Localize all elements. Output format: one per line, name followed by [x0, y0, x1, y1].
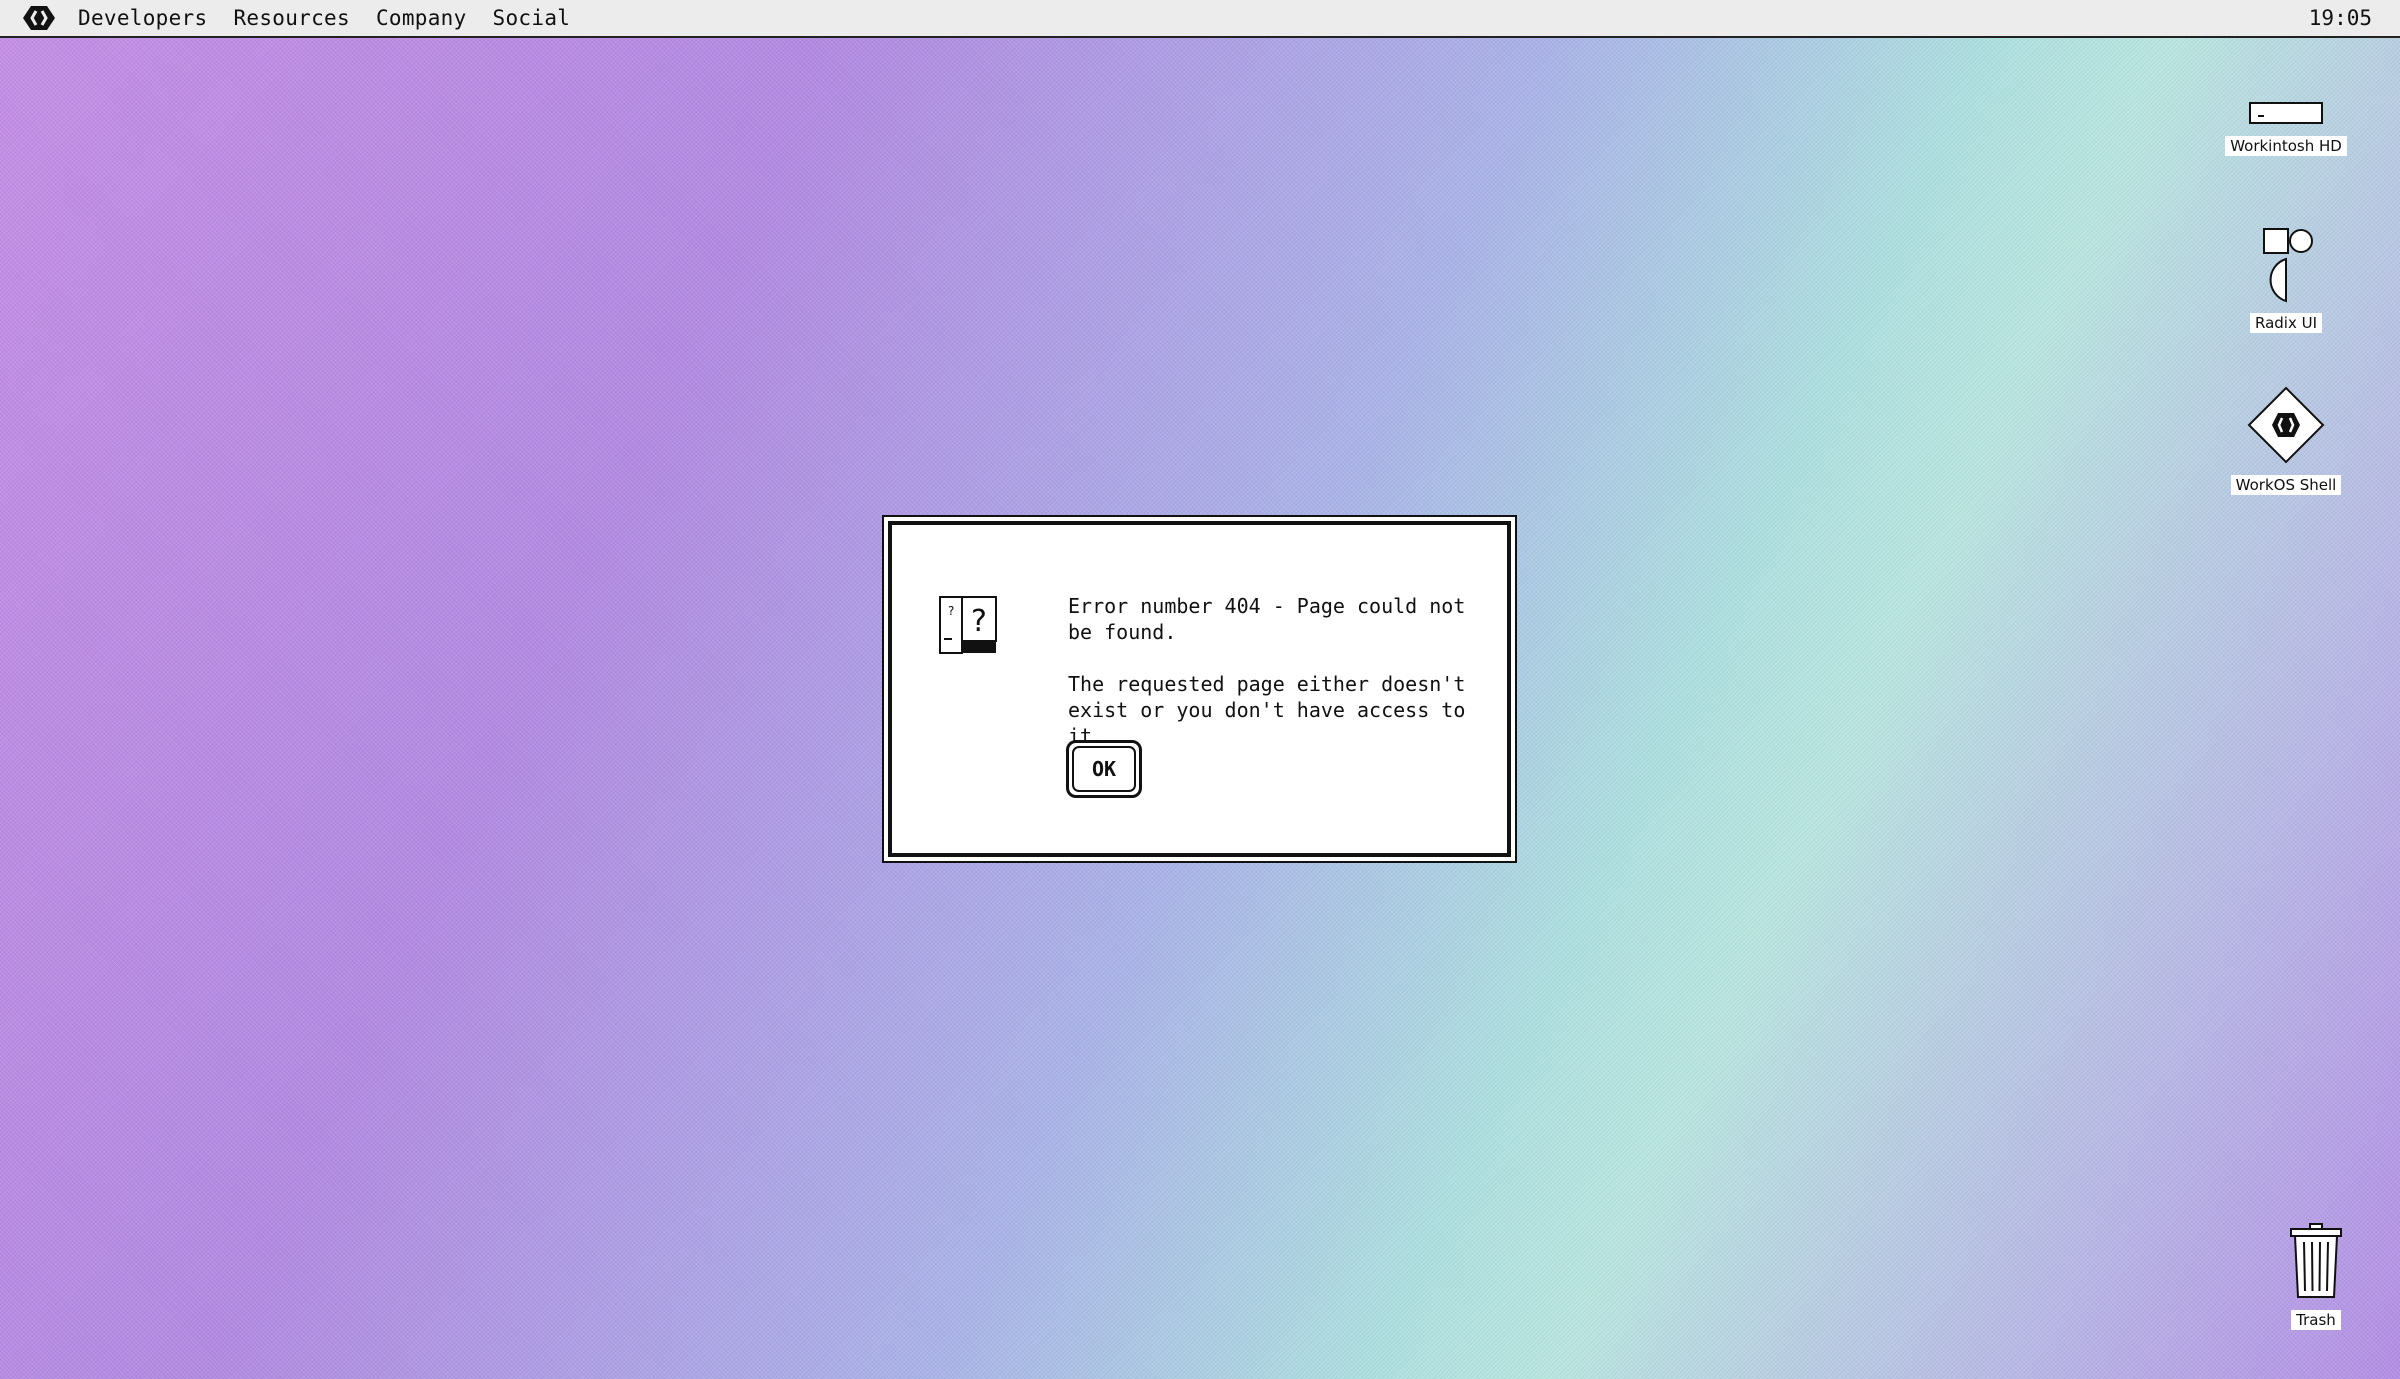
desktop-icon-label: WorkOS Shell	[2230, 475, 2342, 495]
menu-developers[interactable]: Developers	[78, 6, 207, 30]
hard-drive-icon	[2248, 100, 2324, 130]
desktop-icon-trash[interactable]: Trash	[2256, 1222, 2376, 1330]
menu-company[interactable]: Company	[376, 6, 467, 30]
error-title: Error number 404 - Page could not be fou…	[1068, 594, 1466, 644]
question-document-icon: ? ?	[938, 595, 998, 655]
trash-icon	[2288, 1222, 2344, 1304]
desktop-icon-label: Radix UI	[2249, 313, 2323, 333]
ok-button-label: OK	[1072, 746, 1136, 792]
ok-button[interactable]: OK	[1066, 740, 1142, 798]
desktop-icon-radix-ui[interactable]: Radix UI	[2226, 225, 2346, 333]
workos-logo-icon[interactable]	[22, 5, 56, 31]
menu-social[interactable]: Social	[493, 6, 571, 30]
svg-text:?: ?	[948, 604, 954, 618]
radix-shapes-icon	[2256, 225, 2316, 307]
menu-bar: Developers Resources Company Social 19:0…	[0, 0, 2400, 38]
svg-text:?: ?	[971, 604, 987, 639]
menu-resources[interactable]: Resources	[233, 6, 350, 30]
desktop-icon-workos-shell[interactable]: WorkOS Shell	[2226, 385, 2346, 495]
menu-items: Developers Resources Company Social	[78, 0, 596, 36]
clock: 19:05	[2308, 6, 2372, 30]
workos-diamond-icon	[2246, 385, 2326, 469]
desktop-icon-label: Trash	[2291, 1310, 2341, 1330]
error-dialog-frame: ? ? Error number 404 - Page could not be…	[888, 521, 1511, 857]
error-description: The requested page either doesn't exist …	[1068, 672, 1466, 748]
error-dialog: ? ? Error number 404 - Page could not be…	[882, 515, 1517, 863]
desktop-icon-workintosh-hd[interactable]: Workintosh HD	[2225, 100, 2347, 156]
desktop-icon-label: Workintosh HD	[2225, 136, 2347, 156]
